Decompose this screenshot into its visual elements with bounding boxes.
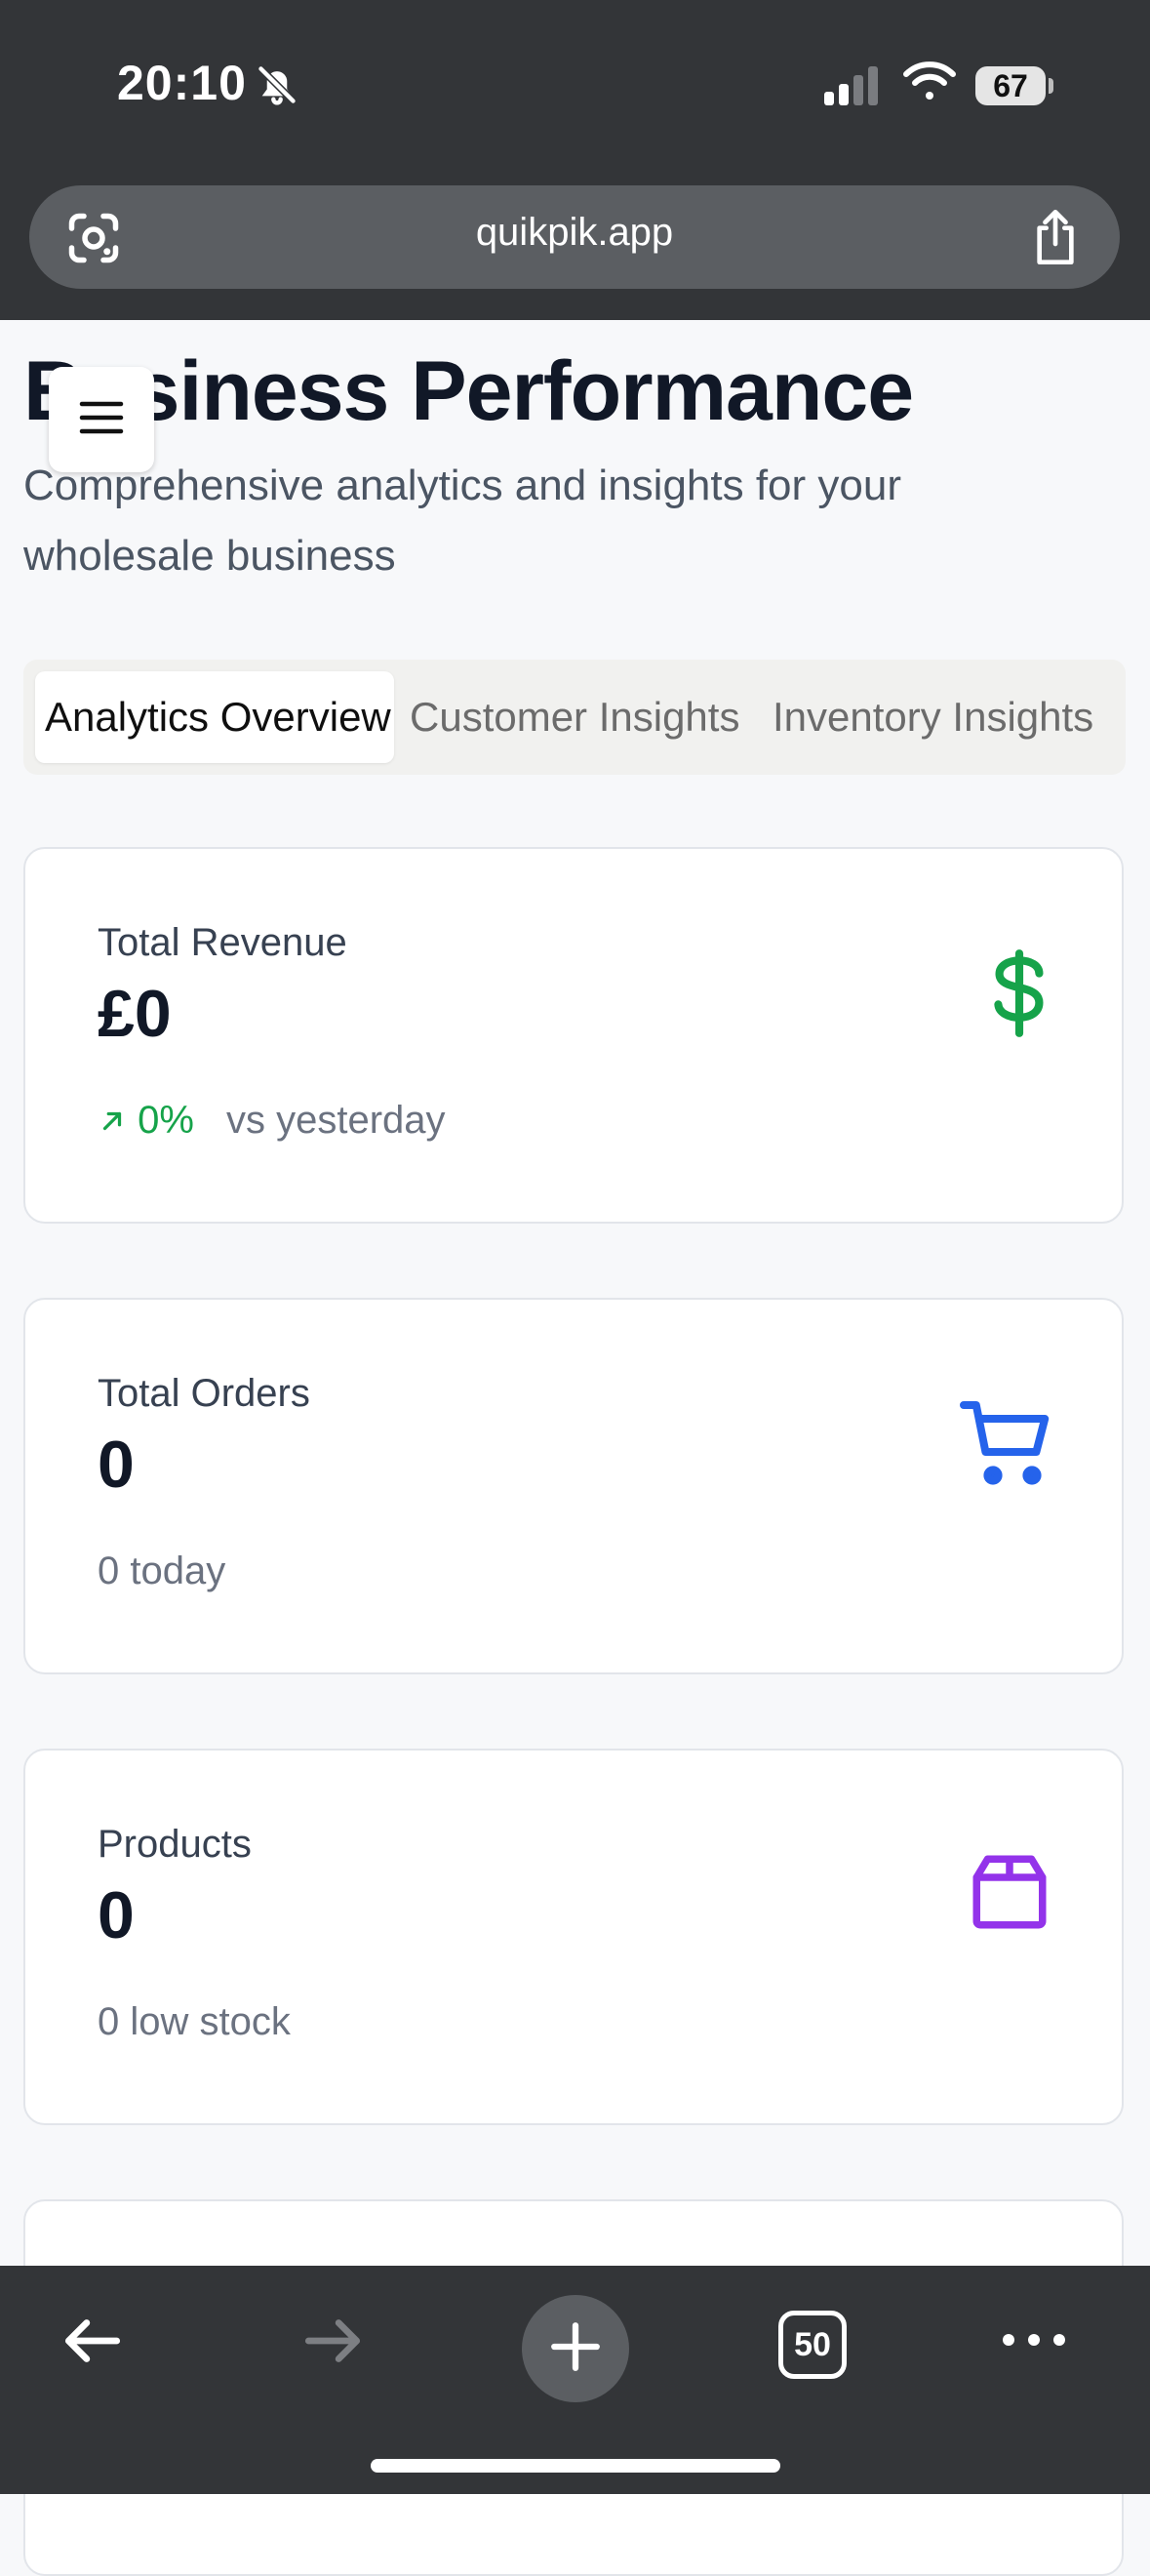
browser-bottom-toolbar: 50 [0,2266,1150,2494]
battery-indicator: 67 [975,66,1046,105]
status-time: 20:10 [117,56,247,110]
page-title: Business Performance [23,344,914,438]
tab-list: Analytics Overview Customer Insights Inv… [23,660,1126,775]
tab-inventory-insights[interactable]: Inventory Insights [773,671,1093,763]
card-subtext: 0 today [98,1550,226,1592]
card-label: Total Revenue [98,921,347,964]
card-value: £0 [98,977,172,1051]
plus-icon [547,2318,604,2380]
browser-top-chrome: 20:10 67 quikpik.app [0,0,1150,320]
total-orders-card: Total Orders 0 0 today [23,1298,1124,1674]
trend-label: vs yesterday [226,1099,446,1142]
trend-up-icon [98,1099,138,1142]
hamburger-icon [78,398,125,442]
signal-icon [822,64,881,110]
wifi-icon [902,60,957,108]
trend-value: 0% [138,1099,194,1142]
home-indicator [371,2459,780,2473]
package-icon [966,1848,1053,1941]
trend-indicator: 0% [98,1099,194,1143]
back-arrow-icon[interactable] [57,2305,129,2382]
products-card: Products 0 0 low stock [23,1749,1124,2125]
bell-muted-icon [256,62,298,112]
total-revenue-card: Total Revenue £0 0% vs yesterday [23,847,1124,1224]
dollar-icon [985,946,1053,1045]
tabs-count-button[interactable]: 50 [778,2311,847,2379]
url-text[interactable]: quikpik.app [29,211,1120,255]
card-subtext: 0 low stock [98,2000,291,2043]
tab-analytics-overview[interactable]: Analytics Overview [35,671,394,763]
cart-icon [960,1397,1053,1496]
card-label: Products [98,1823,252,1866]
share-icon[interactable] [1028,207,1083,272]
battery-tip [1049,78,1053,94]
card-label: Total Orders [98,1372,310,1415]
card-value: 0 [98,1428,135,1502]
forward-arrow-icon[interactable] [297,2305,369,2382]
card-value: 0 [98,1878,135,1952]
more-icon[interactable] [999,2328,1069,2356]
menu-button[interactable] [49,367,154,472]
new-tab-button[interactable] [522,2295,629,2402]
url-bar[interactable]: quikpik.app [29,185,1120,289]
tab-customer-insights[interactable]: Customer Insights [410,671,739,763]
page-subtitle: Comprehensive analytics and insights for… [23,462,902,580]
